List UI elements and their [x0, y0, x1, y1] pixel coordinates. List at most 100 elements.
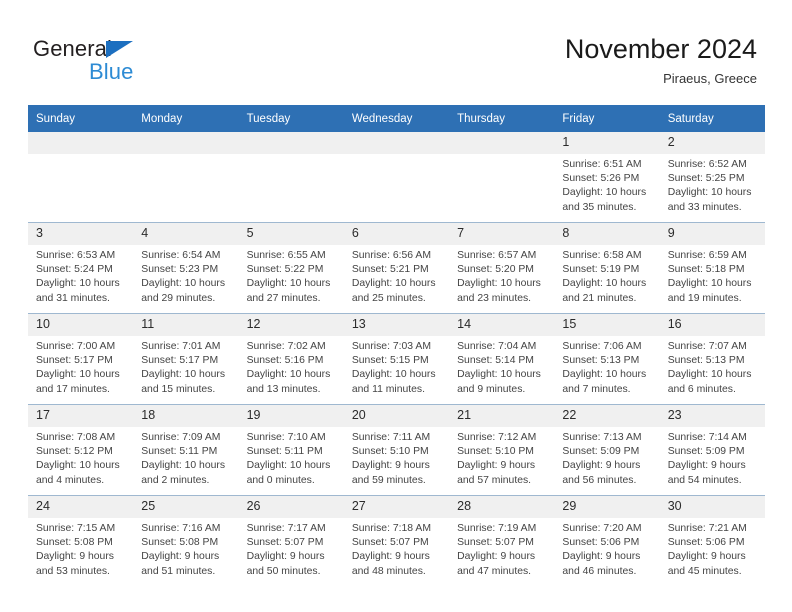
day-detail-line: Sunset: 5:18 PM — [667, 264, 745, 276]
day-details: Sunrise: 6:53 AM Sunset: 5:24 PM Daylight:… — [28, 245, 133, 306]
day-details: Sunrise: 6:54 AM Sunset: 5:23 PM Daylight:… — [133, 245, 238, 306]
day-details: Sunrise: 6:58 AM Sunset: 5:19 PM Daylight:… — [554, 245, 659, 306]
day-detail-line: Daylight: 9 hours — [667, 460, 746, 472]
day-number: 9 — [659, 223, 765, 245]
day-detail-line: Sunrise: 7:18 AM — [351, 523, 431, 534]
day-detail-line: and 54 minutes. — [667, 474, 742, 486]
day-detail-line: and 57 minutes. — [457, 474, 532, 486]
weekday-tuesday: Tuesday — [238, 105, 344, 132]
day-detail-line: Sunset: 5:25 PM — [667, 173, 745, 185]
calendar-day-cell-empty — [449, 132, 555, 223]
calendar-day-cell-empty — [133, 132, 239, 223]
calendar-day-cell-empty — [28, 132, 134, 223]
weekday-monday: Monday — [133, 105, 239, 132]
calendar-day-cell[interactable]: 7 Sunrise: 6:57 AM Sunset: 5:20 PM Daylight… — [449, 222, 555, 314]
calendar-header-row: Sunday Monday Tuesday Wednesday Thursday… — [28, 105, 765, 132]
day-detail-line: Daylight: 10 hours — [351, 369, 436, 381]
calendar-day-cell[interactable]: 1 Sunrise: 6:51 AM Sunset: 5:26 PM Daylight… — [554, 132, 660, 223]
calendar-day-cell[interactable]: 29 Sunrise: 7:20 AM Sunset: 5:06 PM Dayligh… — [554, 495, 660, 586]
calendar-day-cell[interactable]: 25 Sunrise: 7:16 AM Sunset: 5:08 PM Dayligh… — [133, 495, 239, 586]
day-detail-line: Daylight: 9 hours — [562, 460, 641, 472]
day-details: Sunrise: 7:09 AM Sunset: 5:11 PM Daylight:… — [133, 427, 238, 488]
calendar-day-cell[interactable]: 26 Sunrise: 7:17 AM Sunset: 5:07 PM Dayligh… — [238, 495, 344, 586]
day-detail-line: Sunrise: 7:01 AM — [141, 341, 221, 352]
day-detail-line: Daylight: 9 hours — [351, 460, 430, 472]
calendar-day-cell[interactable]: 2 Sunrise: 6:52 AM Sunset: 5:25 PM Daylight… — [659, 132, 765, 223]
page-header: General Blue November 2024 Piraeus, Gree… — [0, 0, 792, 102]
calendar-day-cell[interactable]: 14 Sunrise: 7:04 AM Sunset: 5:14 PM Dayligh… — [449, 313, 555, 405]
day-detail-line: Sunset: 5:07 PM — [457, 537, 534, 549]
day-detail-line: Daylight: 10 hours — [246, 278, 331, 290]
calendar-day-cell[interactable]: 23 Sunrise: 7:14 AM Sunset: 5:09 PM Dayligh… — [659, 404, 765, 496]
calendar-day-cell[interactable]: 13 Sunrise: 7:03 AM Sunset: 5:15 PM Dayligh… — [343, 313, 450, 405]
calendar-day-cell[interactable]: 10 Sunrise: 7:00 AM Sunset: 5:17 PM Dayligh… — [28, 313, 134, 405]
day-detail-line: Daylight: 10 hours — [246, 460, 331, 472]
day-detail-line: Daylight: 9 hours — [36, 551, 114, 563]
day-detail-line: Sunrise: 7:07 AM — [667, 341, 747, 352]
weekday-header: Sunday Monday Tuesday Wednesday Thursday… — [28, 105, 765, 132]
day-detail-line: and 25 minutes. — [351, 292, 426, 304]
day-detail-line: and 6 minutes. — [667, 383, 736, 395]
day-details: Sunrise: 7:13 AM Sunset: 5:09 PM Daylight:… — [554, 427, 659, 488]
day-detail-line: and 21 minutes. — [562, 292, 637, 304]
day-detail-line: Sunrise: 7:19 AM — [457, 523, 537, 534]
calendar-day-cell[interactable]: 9 Sunrise: 6:59 AM Sunset: 5:18 PM Daylight… — [659, 222, 765, 314]
day-detail-line: Sunrise: 6:56 AM — [351, 250, 431, 261]
calendar-day-cell[interactable]: 30 Sunrise: 7:21 AM Sunset: 5:06 PM Dayligh… — [659, 495, 765, 586]
calendar-day-cell[interactable]: 12 Sunrise: 7:02 AM Sunset: 5:16 PM Dayligh… — [238, 313, 344, 405]
day-detail-line: and 45 minutes. — [667, 565, 742, 577]
day-details: Sunrise: 7:07 AM Sunset: 5:13 PM Daylight:… — [660, 336, 765, 397]
calendar-day-cell[interactable]: 21 Sunrise: 7:12 AM Sunset: 5:10 PM Dayligh… — [449, 404, 555, 496]
triangle-icon — [106, 41, 133, 58]
day-detail-line: Daylight: 10 hours — [667, 369, 752, 381]
day-number: 15 — [554, 314, 660, 336]
page-subtitle: Piraeus, Greece — [663, 71, 757, 86]
day-detail-line: Sunrise: 7:14 AM — [667, 432, 747, 443]
day-detail-line: and 7 minutes. — [562, 383, 631, 395]
day-detail-line: Daylight: 10 hours — [667, 187, 752, 199]
calendar-day-cell[interactable]: 18 Sunrise: 7:09 AM Sunset: 5:11 PM Dayligh… — [133, 404, 239, 496]
calendar-day-cell[interactable]: 24 Sunrise: 7:15 AM Sunset: 5:08 PM Dayligh… — [28, 495, 134, 586]
day-detail-line: Daylight: 10 hours — [562, 278, 647, 290]
calendar-day-cell[interactable]: 3 Sunrise: 6:53 AM Sunset: 5:24 PM Daylight… — [28, 222, 134, 314]
day-details: Sunrise: 7:03 AM Sunset: 5:15 PM Daylight:… — [344, 336, 449, 397]
day-number: 16 — [659, 314, 765, 336]
day-detail-line: and 4 minutes. — [36, 474, 105, 486]
day-detail-line: Sunset: 5:08 PM — [36, 537, 113, 549]
calendar-day-cell[interactable]: 8 Sunrise: 6:58 AM Sunset: 5:19 PM Daylight… — [554, 222, 660, 314]
day-detail-line: Sunrise: 7:20 AM — [562, 523, 642, 534]
day-detail-line: Sunrise: 7:09 AM — [141, 432, 221, 443]
day-number: 12 — [238, 314, 344, 336]
day-detail-line: Daylight: 10 hours — [141, 369, 226, 381]
calendar-day-cell[interactable]: 22 Sunrise: 7:13 AM Sunset: 5:09 PM Dayligh… — [554, 404, 660, 496]
day-detail-line: Sunrise: 6:53 AM — [36, 250, 116, 261]
calendar-day-cell[interactable]: 16 Sunrise: 7:07 AM Sunset: 5:13 PM Dayligh… — [659, 313, 765, 405]
day-detail-line: Sunrise: 6:54 AM — [141, 250, 221, 261]
calendar-day-cell[interactable]: 20 Sunrise: 7:11 AM Sunset: 5:10 PM Dayligh… — [343, 404, 450, 496]
day-number: 1 — [554, 132, 660, 154]
day-number: 25 — [133, 496, 239, 518]
day-detail-line: Daylight: 9 hours — [562, 551, 641, 563]
calendar-day-cell[interactable]: 19 Sunrise: 7:10 AM Sunset: 5:11 PM Dayligh… — [238, 404, 344, 496]
calendar-day-cell[interactable]: 15 Sunrise: 7:06 AM Sunset: 5:13 PM Dayligh… — [554, 313, 660, 405]
calendar-day-cell[interactable]: 6 Sunrise: 6:56 AM Sunset: 5:21 PM Daylight… — [343, 222, 450, 314]
calendar-week-row: 10 Sunrise: 7:00 AM Sunset: 5:17 PM Dayligh… — [28, 313, 765, 405]
day-detail-line: Sunrise: 7:11 AM — [351, 432, 431, 443]
calendar-day-cell[interactable]: 27 Sunrise: 7:18 AM Sunset: 5:07 PM Dayligh… — [343, 495, 450, 586]
calendar-day-cell[interactable]: 17 Sunrise: 7:08 AM Sunset: 5:12 PM Dayligh… — [28, 404, 134, 496]
day-detail-line: and 0 minutes. — [246, 474, 315, 486]
day-detail-line: Sunrise: 7:00 AM — [36, 341, 116, 352]
calendar-day-cell[interactable]: 11 Sunrise: 7:01 AM Sunset: 5:17 PM Dayligh… — [133, 313, 239, 405]
calendar-day-cell[interactable]: 5 Sunrise: 6:55 AM Sunset: 5:22 PM Daylight… — [238, 222, 344, 314]
day-number — [133, 132, 239, 154]
calendar-day-cell[interactable]: 4 Sunrise: 6:54 AM Sunset: 5:23 PM Daylight… — [133, 222, 239, 314]
day-number: 4 — [133, 223, 239, 245]
calendar-page: General Blue November 2024 Piraeus, Gree… — [0, 0, 792, 612]
calendar-body: 1 Sunrise: 6:51 AM Sunset: 5:26 PM Daylight… — [28, 132, 765, 586]
day-details: Sunrise: 6:51 AM Sunset: 5:26 PM Daylight:… — [554, 154, 659, 215]
day-number: 22 — [554, 405, 660, 427]
calendar-day-cell[interactable]: 28 Sunrise: 7:19 AM Sunset: 5:07 PM Dayligh… — [449, 495, 555, 586]
day-detail-line: Sunrise: 7:21 AM — [667, 523, 747, 534]
day-detail-line: Sunrise: 7:17 AM — [246, 523, 326, 534]
brand-logo[interactable]: General Blue — [33, 36, 233, 84]
